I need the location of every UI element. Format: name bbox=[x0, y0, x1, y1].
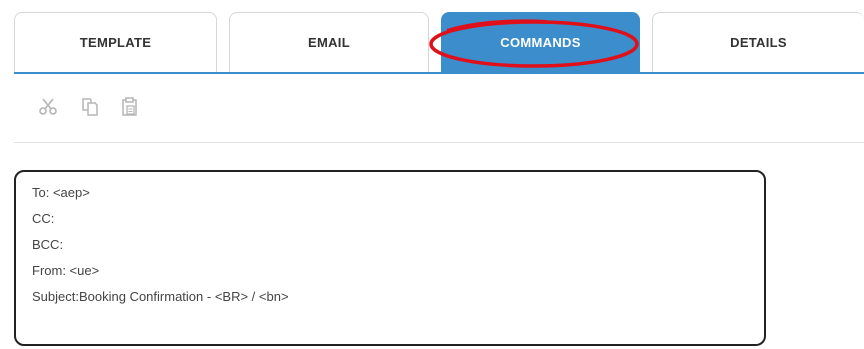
subject-line: Subject:Booking Confirmation - <BR> / <b… bbox=[32, 289, 289, 304]
paste-icon[interactable] bbox=[118, 95, 142, 119]
bcc-line: BCC: bbox=[32, 237, 64, 252]
toolbar bbox=[14, 75, 864, 143]
tab-template[interactable]: TEMPLATE bbox=[14, 12, 217, 72]
editor-panel: TEMPLATE EMAIL COMMANDS DETAILS To: <aep… bbox=[0, 0, 864, 349]
to-line: To: <aep> bbox=[32, 185, 90, 200]
copy-icon[interactable] bbox=[78, 95, 102, 119]
scissors-icon[interactable] bbox=[36, 95, 60, 119]
tab-underline bbox=[14, 72, 864, 74]
tab-email[interactable]: EMAIL bbox=[229, 12, 429, 72]
cc-line: CC: bbox=[32, 211, 55, 226]
tab-details[interactable]: DETAILS bbox=[652, 12, 864, 72]
tab-commands[interactable]: COMMANDS bbox=[441, 12, 640, 72]
from-line: From: <ue> bbox=[32, 263, 100, 278]
email-header-box[interactable]: To: <aep> CC: BCC: From: <ue> Subject:Bo… bbox=[14, 170, 766, 346]
